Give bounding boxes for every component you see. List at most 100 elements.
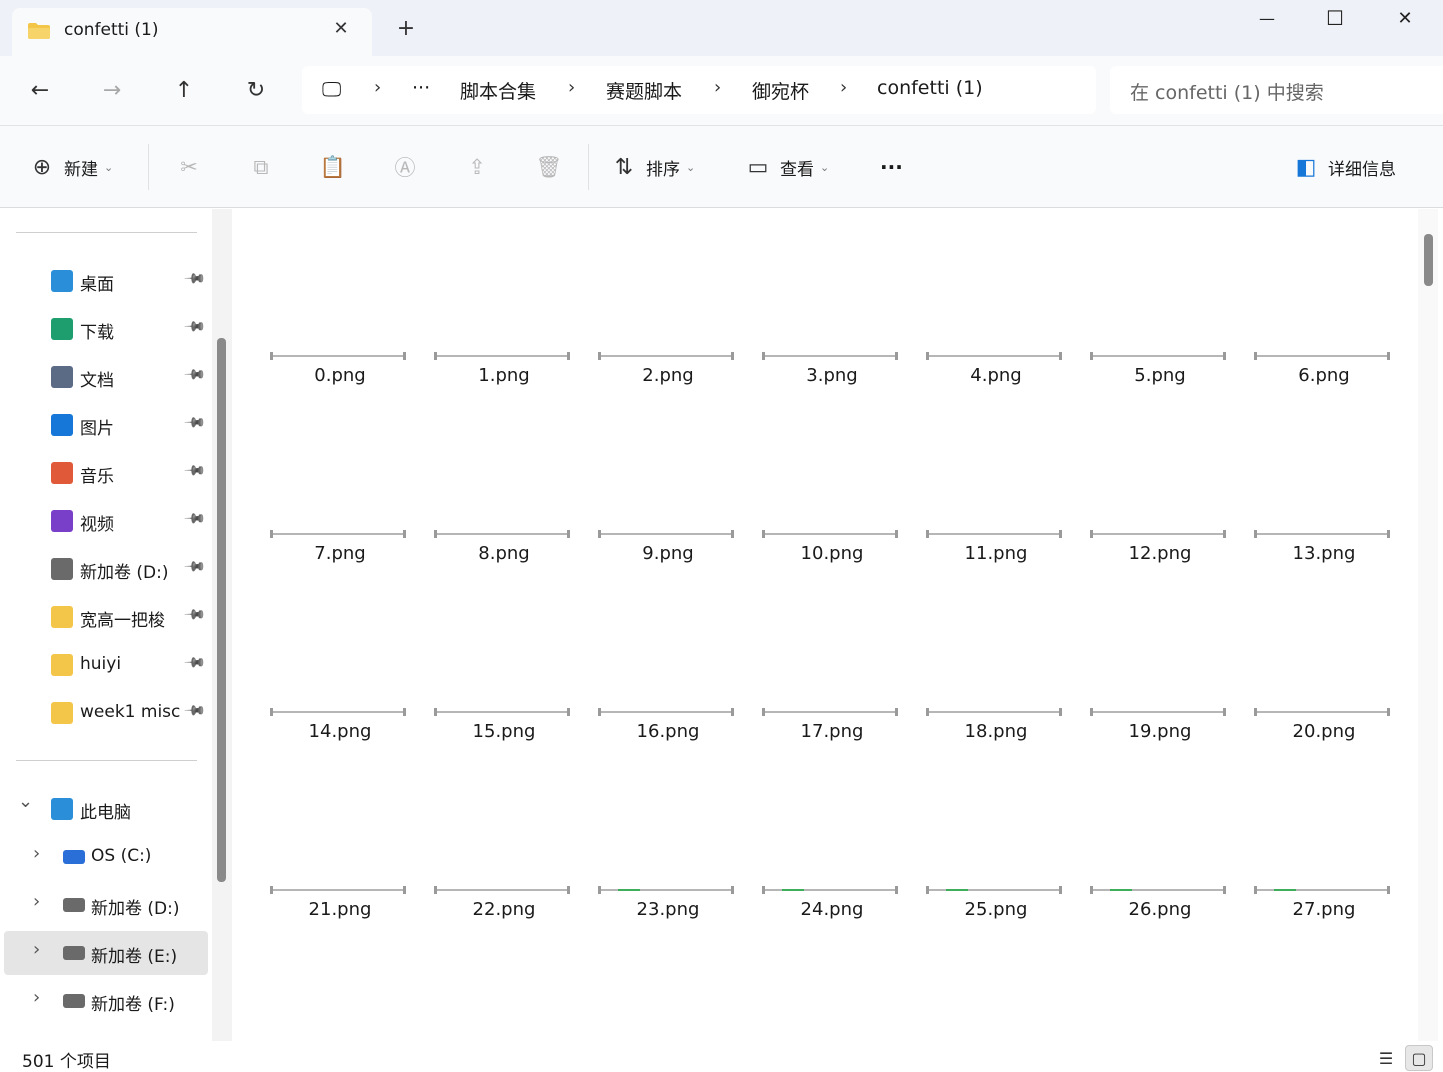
rename-icon[interactable]: Ⓐ bbox=[390, 152, 420, 182]
breadcrumb-separator-icon[interactable]: › bbox=[374, 77, 381, 98]
forward-button[interactable]: → bbox=[92, 72, 132, 108]
image-thumbnail bbox=[926, 530, 1062, 538]
file-item[interactable]: 21.png bbox=[270, 886, 420, 949]
sidebar-item-this-pc[interactable]: ⌄ 此电脑 bbox=[0, 787, 210, 831]
breadcrumb-current[interactable]: confetti (1) bbox=[877, 77, 983, 99]
sidebar-item-drive[interactable]: › OS (C:) bbox=[0, 835, 210, 879]
breadcrumb-item[interactable]: 赛题脚本 bbox=[606, 77, 682, 104]
sidebar-item-drive[interactable]: › 新加卷 (F:) bbox=[0, 979, 210, 1023]
more-options-button[interactable]: ··· bbox=[880, 152, 903, 182]
pin-icon[interactable]: 📌 bbox=[183, 459, 207, 483]
file-item[interactable]: 14.png bbox=[270, 708, 420, 771]
address-bar[interactable]: 🖵 › ··· 脚本合集 › 赛题脚本 › 御宛杯 › confetti (1) bbox=[302, 66, 1096, 114]
image-thumbnail bbox=[1254, 708, 1390, 716]
new-tab-button[interactable]: + bbox=[394, 18, 418, 42]
sidebar-item[interactable]: 新加卷 (D:) 📌 bbox=[0, 547, 210, 591]
pin-icon[interactable]: 📌 bbox=[183, 411, 207, 435]
pin-icon[interactable]: 📌 bbox=[183, 363, 207, 387]
up-button[interactable]: ↑ bbox=[164, 72, 204, 108]
sidebar-item[interactable]: 视频 📌 bbox=[0, 499, 210, 543]
file-item[interactable]: 2.png bbox=[598, 352, 748, 415]
chevron-right-icon[interactable]: › bbox=[33, 987, 40, 1008]
copy-icon[interactable]: ⧉ bbox=[246, 152, 276, 182]
file-item[interactable]: 17.png bbox=[762, 708, 912, 771]
file-item[interactable]: 13.png bbox=[1254, 530, 1404, 593]
chevron-right-icon[interactable]: › bbox=[33, 891, 40, 912]
file-item[interactable]: 0.png bbox=[270, 352, 420, 415]
share-icon[interactable]: ⇪ bbox=[462, 152, 492, 182]
file-item[interactable]: 11.png bbox=[926, 530, 1076, 593]
file-item[interactable]: 26.png bbox=[1090, 886, 1240, 949]
sidebar-item[interactable]: 文档 📌 bbox=[0, 355, 210, 399]
content-scrollbar-thumb[interactable] bbox=[1424, 234, 1433, 286]
maximize-button[interactable]: ☐ bbox=[1300, 0, 1370, 36]
file-item[interactable]: 20.png bbox=[1254, 708, 1404, 771]
view-button[interactable]: ▭ 查看 ⌄ bbox=[746, 152, 830, 182]
tile-view-icon[interactable]: ▢ bbox=[1405, 1045, 1433, 1071]
computer-icon[interactable]: 🖵 bbox=[322, 77, 341, 101]
sidebar-item[interactable]: 桌面 📌 bbox=[0, 259, 210, 303]
pin-icon[interactable]: 📌 bbox=[183, 699, 207, 723]
file-item[interactable]: 15.png bbox=[434, 708, 584, 771]
file-item[interactable]: 8.png bbox=[434, 530, 584, 593]
file-item[interactable]: 1.png bbox=[434, 352, 584, 415]
file-item[interactable]: 24.png bbox=[762, 886, 912, 949]
chevron-right-icon[interactable]: › bbox=[33, 939, 40, 960]
file-item[interactable]: 19.png bbox=[1090, 708, 1240, 771]
chevron-right-icon[interactable]: › bbox=[33, 843, 40, 864]
file-item[interactable]: 10.png bbox=[762, 530, 912, 593]
file-item[interactable]: 9.png bbox=[598, 530, 748, 593]
details-button[interactable]: ◧ 详细信息 bbox=[1294, 152, 1396, 182]
file-item[interactable]: 27.png bbox=[1254, 886, 1404, 949]
pictures-icon bbox=[51, 414, 73, 436]
breadcrumb-separator-icon[interactable]: › bbox=[568, 77, 575, 98]
file-item[interactable]: 6.png bbox=[1254, 352, 1404, 415]
back-button[interactable]: ← bbox=[20, 72, 60, 108]
breadcrumb-separator-icon[interactable]: › bbox=[840, 77, 847, 98]
sidebar-item[interactable]: 宽高一把梭 📌 bbox=[0, 595, 210, 639]
breadcrumb-item[interactable]: 御宛杯 bbox=[752, 77, 809, 104]
tab-confetti[interactable]: confetti (1) ✕ bbox=[12, 8, 372, 56]
breadcrumb-more-button[interactable]: ··· bbox=[412, 77, 430, 99]
chevron-down-icon[interactable]: ⌄ bbox=[18, 791, 33, 812]
content-scrollbar[interactable] bbox=[1418, 209, 1438, 1041]
file-item[interactable]: 4.png bbox=[926, 352, 1076, 415]
sidebar-scrollbar-thumb[interactable] bbox=[217, 338, 226, 882]
sidebar-item[interactable]: huiyi 📌 bbox=[0, 643, 210, 687]
sidebar-item-label: OS (C:) bbox=[91, 846, 152, 866]
sidebar-item[interactable]: week1 misc 📌 bbox=[0, 691, 210, 735]
file-item[interactable]: 25.png bbox=[926, 886, 1076, 949]
search-input[interactable]: 在 confetti (1) 中搜索 bbox=[1110, 66, 1443, 114]
sort-button[interactable]: ⇅ 排序 ⌄ bbox=[612, 152, 695, 182]
file-item[interactable]: 5.png bbox=[1090, 352, 1240, 415]
tab-close-icon[interactable]: ✕ bbox=[330, 18, 352, 40]
sidebar-item-drive[interactable]: › 新加卷 (E:) bbox=[4, 931, 208, 975]
file-item[interactable]: 3.png bbox=[762, 352, 912, 415]
pin-icon[interactable]: 📌 bbox=[183, 603, 207, 627]
file-item[interactable]: 12.png bbox=[1090, 530, 1240, 593]
refresh-button[interactable]: ↻ bbox=[236, 72, 276, 108]
file-item[interactable]: 22.png bbox=[434, 886, 584, 949]
sidebar-item[interactable]: 图片 📌 bbox=[0, 403, 210, 447]
sidebar-item[interactable]: 音乐 📌 bbox=[0, 451, 210, 495]
pin-icon[interactable]: 📌 bbox=[183, 315, 207, 339]
file-item[interactable]: 18.png bbox=[926, 708, 1076, 771]
breadcrumb-separator-icon[interactable]: › bbox=[714, 77, 721, 98]
file-item[interactable]: 7.png bbox=[270, 530, 420, 593]
pin-icon[interactable]: 📌 bbox=[183, 555, 207, 579]
sidebar-item-drive[interactable]: › 新加卷 (D:) bbox=[0, 883, 210, 927]
new-button[interactable]: ⊕ 新建 ⌄ bbox=[30, 152, 113, 182]
file-item[interactable]: 16.png bbox=[598, 708, 748, 771]
pin-icon[interactable]: 📌 bbox=[183, 507, 207, 531]
list-view-icon[interactable]: ☰ bbox=[1372, 1045, 1400, 1071]
pin-icon[interactable]: 📌 bbox=[183, 651, 207, 675]
file-item[interactable]: 23.png bbox=[598, 886, 748, 949]
pin-icon[interactable]: 📌 bbox=[183, 267, 207, 291]
close-button[interactable]: ✕ bbox=[1370, 0, 1440, 36]
minimize-button[interactable]: — bbox=[1232, 0, 1302, 36]
cut-icon[interactable]: ✂ bbox=[174, 152, 204, 182]
sidebar-item[interactable]: 下载 📌 bbox=[0, 307, 210, 351]
breadcrumb-item[interactable]: 脚本合集 bbox=[460, 77, 536, 104]
paste-icon[interactable]: 📋 bbox=[318, 152, 348, 182]
delete-icon[interactable]: 🗑 bbox=[534, 152, 564, 182]
